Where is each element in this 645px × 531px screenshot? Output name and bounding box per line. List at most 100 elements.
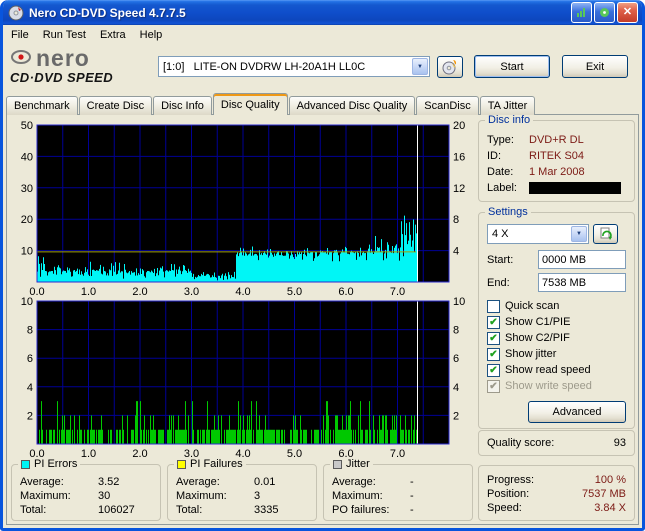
checkbox-show-c1-pie[interactable]: ✔ Show C1/PIE	[487, 314, 626, 330]
end-position-input[interactable]	[538, 273, 626, 292]
burn-button[interactable]	[437, 55, 463, 78]
position-row: Position: 7537 MB	[487, 488, 626, 500]
settings-group: Settings 4 X ▼ Start: 0000 MB End: 7538 …	[478, 206, 635, 429]
checkbox-label: Show C2/PIF	[505, 332, 570, 344]
unchecked-checkbox-icon	[487, 299, 500, 313]
titlebar-button-2[interactable]	[594, 2, 615, 23]
checkbox-label: Quick scan	[505, 300, 560, 312]
tab-scandisc[interactable]: ScanDisc	[416, 96, 479, 115]
menu-run-test[interactable]: Run Test	[36, 27, 93, 43]
nero-logo: nero CD·DVD SPEED	[10, 45, 158, 86]
jitter-maximum: -	[410, 490, 414, 502]
start-button[interactable]: Start	[474, 55, 550, 78]
pif-chart: 10 8 6 4 2 10 8 6 4 2 0.0 1.0 2.0 3.0 4.0 5.0 6.0 7.0	[21, 296, 466, 458]
checkbox-quick-scan[interactable]: Quick scan	[487, 298, 626, 314]
axis-label: 8	[453, 214, 459, 226]
exit-button[interactable]: Exit	[562, 55, 628, 78]
tab-disc-info[interactable]: Disc Info	[153, 96, 212, 115]
axis-label: 8	[27, 325, 33, 337]
axis-label: 8	[453, 325, 459, 337]
checkbox-show-jitter[interactable]: ✔ Show jitter	[487, 346, 626, 362]
menu-help[interactable]: Help	[133, 27, 170, 43]
checked-checkbox-icon: ✔	[487, 315, 500, 329]
disc-info-title: Disc info	[485, 115, 534, 126]
stats-row: PI Errors Average: 3.52 Maximum: 30 Total:…	[11, 458, 473, 521]
checkbox-show-write-speed: ✔ Show write speed	[487, 378, 626, 394]
checked-checkbox-icon: ✔	[487, 331, 500, 345]
settings-checkboxes: Quick scan ✔ Show C1/PIE ✔ Show C2/PIF ✔ Show …	[487, 298, 626, 394]
axis-label: 3.0	[184, 448, 199, 458]
drive-select[interactable]: [1:0] LITE-ON DVDRW LH-20A1H LL0C ▼	[158, 56, 430, 77]
stat-row: Total: 106027	[20, 504, 135, 516]
chevron-down-icon[interactable]: ▼	[571, 226, 587, 242]
axis-label: 20	[453, 120, 465, 132]
axis-label: 3.0	[184, 286, 199, 296]
tab-disc-quality[interactable]: Disc Quality	[212, 93, 288, 115]
checked-checkbox-icon: ✔	[487, 347, 500, 361]
quality-score-label: Quality score:	[487, 437, 555, 449]
start-position-input[interactable]	[538, 250, 626, 269]
checkbox-label: Show read speed	[505, 364, 591, 376]
header: nero CD·DVD SPEED [1:0] LITE-ON DVDRW LH…	[3, 45, 642, 91]
pi-failures-maximum: 3	[254, 490, 261, 502]
refresh-icon	[600, 227, 612, 240]
axis-label: 5.0	[287, 286, 302, 296]
axis-label: 7.0	[390, 448, 405, 458]
menu-extra[interactable]: Extra	[93, 27, 133, 43]
disc-info-group: Disc info Type: DVD+R DL ID: RITEK S04 Dat…	[478, 115, 635, 202]
burn-icon	[442, 59, 457, 74]
axis-label: 4.0	[235, 286, 250, 296]
titlebar[interactable]: Nero CD-DVD Speed 4.7.7.5 ✕	[3, 0, 642, 25]
menu-file[interactable]: File	[4, 27, 36, 43]
position-value: 7537 MB	[581, 488, 626, 500]
axis-label: 7.0	[390, 286, 405, 296]
tab-create-disc[interactable]: Create Disc	[78, 96, 153, 115]
tab-advanced-disc-quality[interactable]: Advanced Disc Quality	[288, 96, 416, 115]
pi-failures-average: 0.01	[254, 476, 276, 488]
axis-label: 2	[27, 410, 33, 422]
charts-column: 50 40 30 20 10 20 16 12 8 4 0.0 1.0 2.0 3.0 4.0 5.0 6.0 7…	[11, 120, 473, 521]
app-icon	[8, 5, 24, 21]
speed-row: Speed: 3.84 X	[487, 502, 626, 514]
start-position-row: Start:	[487, 250, 626, 269]
disc-type: DVD+R DL	[529, 134, 584, 146]
checkbox-show-read-speed[interactable]: ✔ Show read speed	[487, 362, 626, 378]
pi-errors-total: 106027	[98, 504, 135, 516]
pi-errors-average: 3.52	[98, 476, 120, 488]
tab-benchmark[interactable]: Benchmark	[6, 96, 78, 115]
disc-date: 1 Mar 2008	[529, 166, 585, 178]
info-row: Type: DVD+R DL	[487, 134, 584, 146]
group-title: PI Errors	[34, 458, 78, 470]
axis-label: 16	[453, 151, 465, 163]
stat-row: Average: 3.52	[20, 476, 120, 488]
speed-select[interactable]: 4 X ▼	[487, 224, 589, 244]
advanced-button[interactable]: Advanced	[528, 401, 626, 423]
stat-row: PO failures: -	[332, 504, 414, 516]
quality-score-group: Quality score: 93	[478, 430, 635, 456]
axis-label: 10	[453, 296, 465, 308]
axis-label: 12	[453, 183, 465, 195]
progress-group: Progress: 100 % Position: 7537 MB Speed: 3.…	[478, 465, 635, 521]
axis-label: 0.0	[29, 286, 44, 296]
logo-brand: nero	[36, 45, 90, 71]
speed-value: 3.84 X	[594, 502, 626, 514]
axis-label: 2.0	[132, 286, 147, 296]
chevron-down-icon[interactable]: ▼	[412, 58, 428, 75]
axis-label: 2	[453, 410, 459, 422]
titlebar-button-1[interactable]	[571, 2, 592, 23]
tab-ta-jitter[interactable]: TA Jitter	[479, 96, 536, 115]
stat-row: Maximum: 30	[20, 490, 111, 502]
checkbox-show-c2-pif[interactable]: ✔ Show C2/PIF	[487, 330, 626, 346]
stat-row: Total: 3335	[176, 504, 279, 516]
close-button[interactable]: ✕	[617, 2, 638, 23]
progress-row: Progress: 100 %	[487, 474, 626, 486]
disc-icon	[600, 8, 609, 17]
info-row: Label:	[487, 180, 626, 196]
checkbox-label: Show write speed	[505, 380, 592, 392]
axis-label: 40	[21, 151, 33, 163]
refresh-button[interactable]	[593, 224, 618, 244]
pi-failures-total: 3335	[254, 504, 279, 516]
info-row: Date: 1 Mar 2008	[487, 166, 585, 178]
info-row: ID: RITEK S04	[487, 150, 585, 162]
drive-select-value: [1:0] LITE-ON DVDRW LH-20A1H LL0C	[163, 60, 366, 73]
